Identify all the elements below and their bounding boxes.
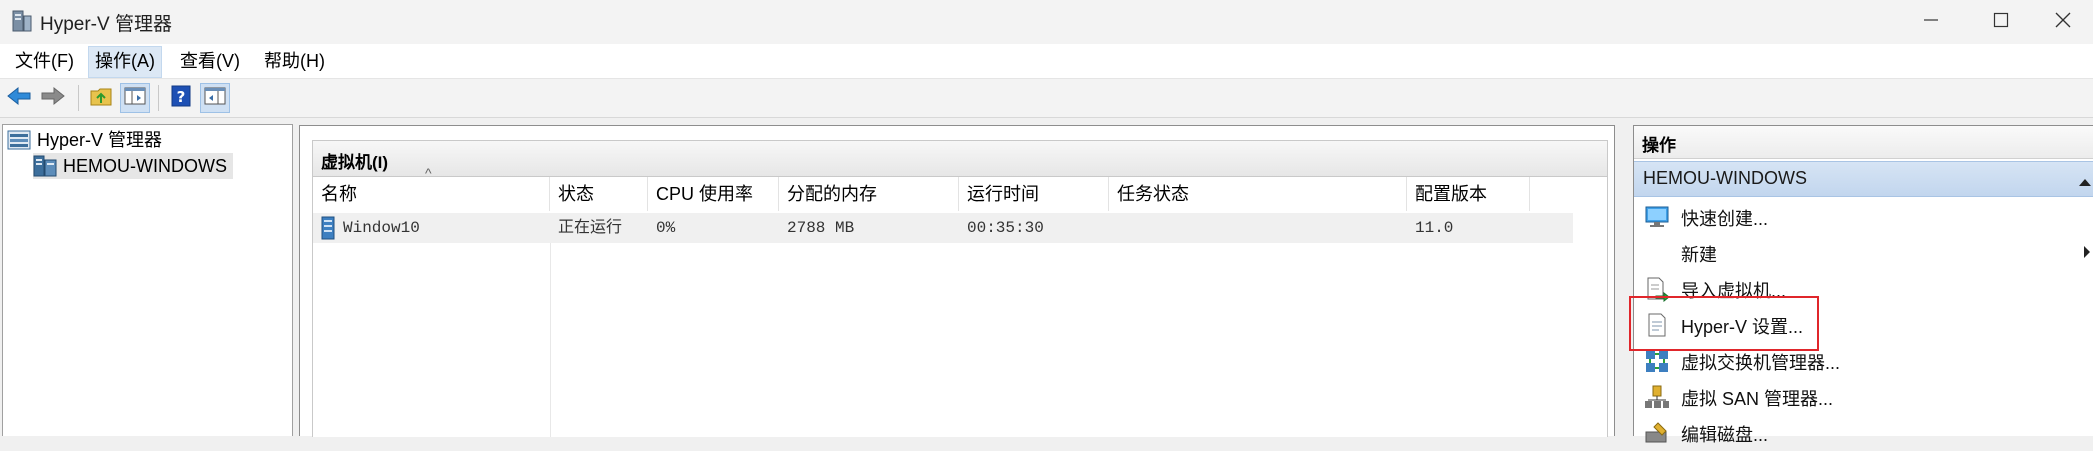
column-header-task-status[interactable]: 任务状态: [1109, 177, 1407, 211]
minimize-icon: [1923, 12, 1939, 33]
center-pane: 虚拟机(I) ^ 名称 状态 CPU 使用率 分配的内存 运行时间 任务状态 配…: [299, 125, 1615, 437]
hyperv-manager-icon: [11, 10, 33, 37]
virtual-san-icon: [1644, 384, 1670, 410]
menu-action[interactable]: 操作(A): [88, 46, 162, 78]
hyperv-manager-tree-icon: [7, 130, 31, 150]
toolbar: ?: [0, 79, 2093, 118]
vm-state-cell: 正在运行: [558, 219, 623, 237]
action-virtual-san-manager[interactable]: 虚拟 SAN 管理器...: [1634, 378, 2093, 414]
forward-arrow-icon: [41, 86, 65, 111]
vm-panel-header: 虚拟机(I): [312, 140, 1608, 177]
vm-table: ^ 名称 状态 CPU 使用率 分配的内存 运行时间 任务状态 配置版本 Win…: [312, 165, 1608, 437]
edit-disk-icon: [1644, 420, 1670, 446]
server-icon: [33, 155, 57, 177]
action-label: 编辑磁盘...: [1681, 425, 1769, 445]
show-hide-tree-button[interactable]: [120, 83, 150, 113]
toolbar-separator: [78, 85, 79, 111]
actions-pane-title: 操作: [1642, 136, 1676, 155]
virtual-switch-icon: [1644, 348, 1670, 374]
menu-bar: 文件(F) 操作(A) 查看(V) 帮助(H): [0, 44, 2093, 79]
tree-label-hyperv-manager: Hyper-V 管理器: [37, 130, 163, 150]
action-label: 快速创建...: [1681, 209, 1769, 229]
column-header-cpu[interactable]: CPU 使用率: [648, 177, 779, 211]
quick-create-icon: [1644, 204, 1670, 230]
column-header-uptime[interactable]: 运行时间: [959, 177, 1109, 211]
vm-name-cell: Window10: [343, 219, 420, 237]
column-header-state[interactable]: 状态: [550, 177, 648, 211]
action-label: 虚拟交换机管理器...: [1681, 353, 1841, 373]
minimize-button[interactable]: [1901, 0, 1961, 44]
toolbar-separator: [158, 85, 159, 111]
maximize-button[interactable]: [1971, 0, 2031, 44]
help-icon: ?: [171, 85, 191, 112]
show-hide-action-pane-button[interactable]: [200, 83, 230, 113]
tree-item-server[interactable]: HEMOU-WINDOWS: [33, 153, 233, 179]
vm-panel-title: 虚拟机(I): [321, 153, 389, 172]
up-button[interactable]: [86, 83, 116, 113]
submenu-arrow-icon: [2082, 245, 2092, 264]
help-button[interactable]: ?: [166, 83, 196, 113]
menu-view[interactable]: 查看(V): [174, 46, 246, 76]
vm-cpu-cell: 0%: [656, 219, 676, 237]
column-header-config-version[interactable]: 配置版本: [1407, 177, 1530, 211]
vm-icon: [321, 216, 335, 245]
action-edit-disk[interactable]: 编辑磁盘...: [1634, 414, 2093, 450]
vm-version-cell: 11.0: [1415, 219, 1454, 237]
actions-group-label: HEMOU-WINDOWS: [1643, 168, 1807, 188]
vm-uptime-cell: 00:35:30: [967, 219, 1044, 237]
collapse-arrow-icon: [2078, 172, 2092, 193]
action-quick-create[interactable]: 快速创建...: [1634, 198, 2093, 234]
up-folder-icon: [90, 86, 112, 111]
title-bar: Hyper-V 管理器: [0, 0, 2093, 44]
action-label: 虚拟 SAN 管理器...: [1681, 389, 1834, 409]
action-label: 新建: [1681, 245, 1717, 265]
actions-pane: 操作 HEMOU-WINDOWS 快速创建... 新建 导入虚拟机... Hyp…: [1633, 125, 2093, 445]
show-hide-tree-icon: [124, 86, 146, 111]
table-row[interactable]: Window10 正在运行 0% 2788 MB 00:35:30 11.0: [313, 213, 1573, 243]
forward-button[interactable]: [38, 83, 68, 113]
close-button[interactable]: [2033, 0, 2093, 44]
maximize-icon: [1993, 12, 2009, 33]
back-button[interactable]: [4, 83, 34, 113]
actions-pane-header: 操作: [1634, 126, 2093, 159]
show-hide-action-pane-icon: [204, 86, 226, 111]
navigation-tree: Hyper-V 管理器 HEMOU-WINDOWS: [2, 124, 293, 436]
svg-text:?: ?: [177, 88, 186, 106]
column-header-memory[interactable]: 分配的内存: [779, 177, 959, 211]
actions-group-header[interactable]: HEMOU-WINDOWS: [1634, 161, 2093, 197]
menu-help[interactable]: 帮助(H): [258, 46, 331, 76]
tree-item-hyperv-manager[interactable]: Hyper-V 管理器: [7, 127, 162, 153]
tree-label-server: HEMOU-WINDOWS: [63, 156, 227, 176]
column-header-name[interactable]: 名称: [313, 177, 550, 211]
menu-file[interactable]: 文件(F): [9, 46, 80, 76]
column-divider: [550, 243, 551, 437]
highlight-box: [1629, 296, 1819, 351]
vm-memory-cell: 2788 MB: [787, 219, 855, 237]
window-title: Hyper-V 管理器: [40, 14, 172, 35]
close-icon: [2055, 12, 2071, 33]
action-new[interactable]: 新建: [1634, 234, 2093, 270]
back-arrow-icon: [7, 86, 31, 111]
